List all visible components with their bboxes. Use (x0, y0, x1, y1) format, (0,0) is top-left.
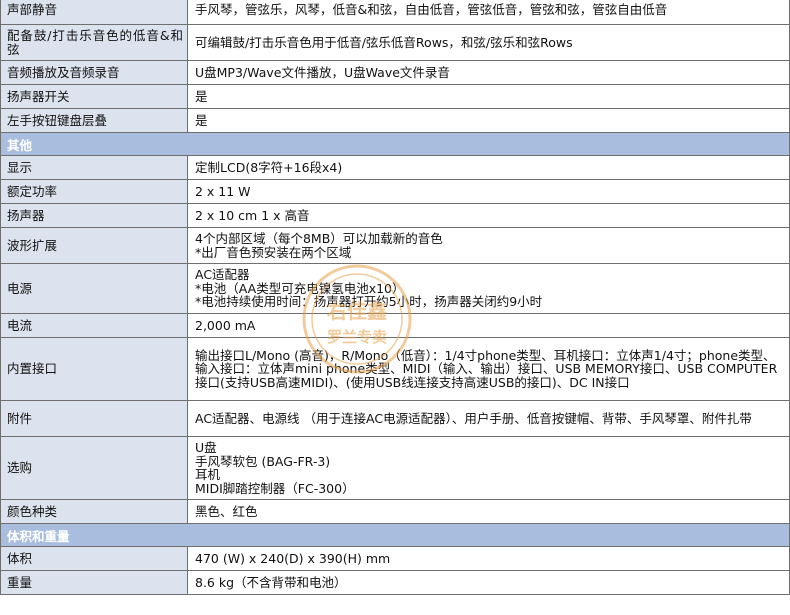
row-label: 波形扩展 (1, 228, 188, 263)
table-row: 波形扩展 4个内部区域（每个8MB）可以加载新的音色 *出厂音色预安装在两个区域 (1, 228, 790, 264)
table-row: 配备鼓/打击乐音色的低音&和弦 可编辑鼓/打击乐音色用于低音/弦乐低音Rows，… (1, 25, 790, 61)
row-label: 左手按钮键盘层叠 (1, 109, 188, 132)
spec-table: 声部静音 手风琴，管弦乐，风琴，低音&和弦，自由低音，管弦低音，管弦和弦，管弦自… (0, 0, 790, 595)
table-row: 重量 8.6 kg（不含背带和电池） (1, 571, 790, 595)
row-label: 额定功率 (1, 180, 188, 203)
row-value: 手风琴，管弦乐，风琴，低音&和弦，自由低音，管弦低音，管弦和弦，管弦自由低音 (188, 0, 790, 24)
table-row: 声部静音 手风琴，管弦乐，风琴，低音&和弦，自由低音，管弦低音，管弦和弦，管弦自… (1, 0, 790, 25)
row-label: 电流 (1, 314, 188, 337)
row-label: 颜色种类 (1, 500, 188, 523)
table-row: 左手按钮键盘层叠 是 (1, 109, 790, 133)
table-row: 额定功率 2 x 11 W (1, 180, 790, 204)
row-value: U盘 手风琴软包 (BAG-FR-3) 耳机 MIDI脚踏控制器（FC-300） (188, 437, 790, 499)
row-value: 黑色、红色 (188, 500, 790, 523)
row-value: 2 x 11 W (188, 180, 790, 203)
table-row: 体积 470 (W) x 240(D) x 390(H) mm (1, 547, 790, 571)
row-value: AC适配器 *电池（AA类型可充电镍氢电池x10） *电池持续使用时间：扬声器打… (188, 264, 790, 313)
table-row: 电源 AC适配器 *电池（AA类型可充电镍氢电池x10） *电池持续使用时间：扬… (1, 264, 790, 314)
row-value: 输出接口L/Mono (高音)，R/Mono（低音）：1/4寸phone类型、耳… (188, 338, 790, 400)
row-value: 470 (W) x 240(D) x 390(H) mm (188, 547, 790, 570)
row-label: 内置接口 (1, 338, 188, 400)
row-label: 扬声器开关 (1, 85, 188, 108)
row-value: U盘MP3/Wave文件播放，U盘Wave文件录音 (188, 61, 790, 84)
row-label: 重量 (1, 571, 188, 594)
table-row: 颜色种类 黑色、红色 (1, 500, 790, 524)
row-label: 声部静音 (1, 0, 188, 24)
table-row: 音频播放及音频录音 U盘MP3/Wave文件播放，U盘Wave文件录音 (1, 61, 790, 85)
row-label: 体积 (1, 547, 188, 570)
row-value: AC适配器、电源线 （用于连接AC电源适配器）、用户手册、低音按键帽、背带、手风… (188, 401, 790, 436)
section-header-size: 体积和重量 (1, 524, 790, 547)
table-row: 内置接口 输出接口L/Mono (高音)，R/Mono（低音）：1/4寸phon… (1, 338, 790, 401)
row-label: 配备鼓/打击乐音色的低音&和弦 (1, 25, 188, 60)
table-row: 扬声器 2 x 10 cm 1 x 高音 (1, 204, 790, 228)
row-label: 选购 (1, 437, 188, 499)
row-label: 音频播放及音频录音 (1, 61, 188, 84)
table-row: 附件 AC适配器、电源线 （用于连接AC电源适配器）、用户手册、低音按键帽、背带… (1, 401, 790, 437)
row-value: 2,000 mA (188, 314, 790, 337)
row-value: 2 x 10 cm 1 x 高音 (188, 204, 790, 227)
table-row: 电流 2,000 mA (1, 314, 790, 338)
row-label: 扬声器 (1, 204, 188, 227)
row-label: 显示 (1, 156, 188, 179)
table-row: 选购 U盘 手风琴软包 (BAG-FR-3) 耳机 MIDI脚踏控制器（FC-3… (1, 437, 790, 500)
table-row: 显示 定制LCD(8字符+16段x4) (1, 156, 790, 180)
row-label: 电源 (1, 264, 188, 313)
row-value: 8.6 kg（不含背带和电池） (188, 571, 790, 594)
row-label: 附件 (1, 401, 188, 436)
table-row: 扬声器开关 是 (1, 85, 790, 109)
section-header-other: 其他 (1, 133, 790, 156)
row-value: 可编辑鼓/打击乐音色用于低音/弦乐低音Rows，和弦/弦乐和弦Rows (188, 25, 790, 60)
row-value: 4个内部区域（每个8MB）可以加载新的音色 *出厂音色预安装在两个区域 (188, 228, 790, 263)
row-value: 是 (188, 85, 790, 108)
row-value: 定制LCD(8字符+16段x4) (188, 156, 790, 179)
row-value: 是 (188, 109, 790, 132)
